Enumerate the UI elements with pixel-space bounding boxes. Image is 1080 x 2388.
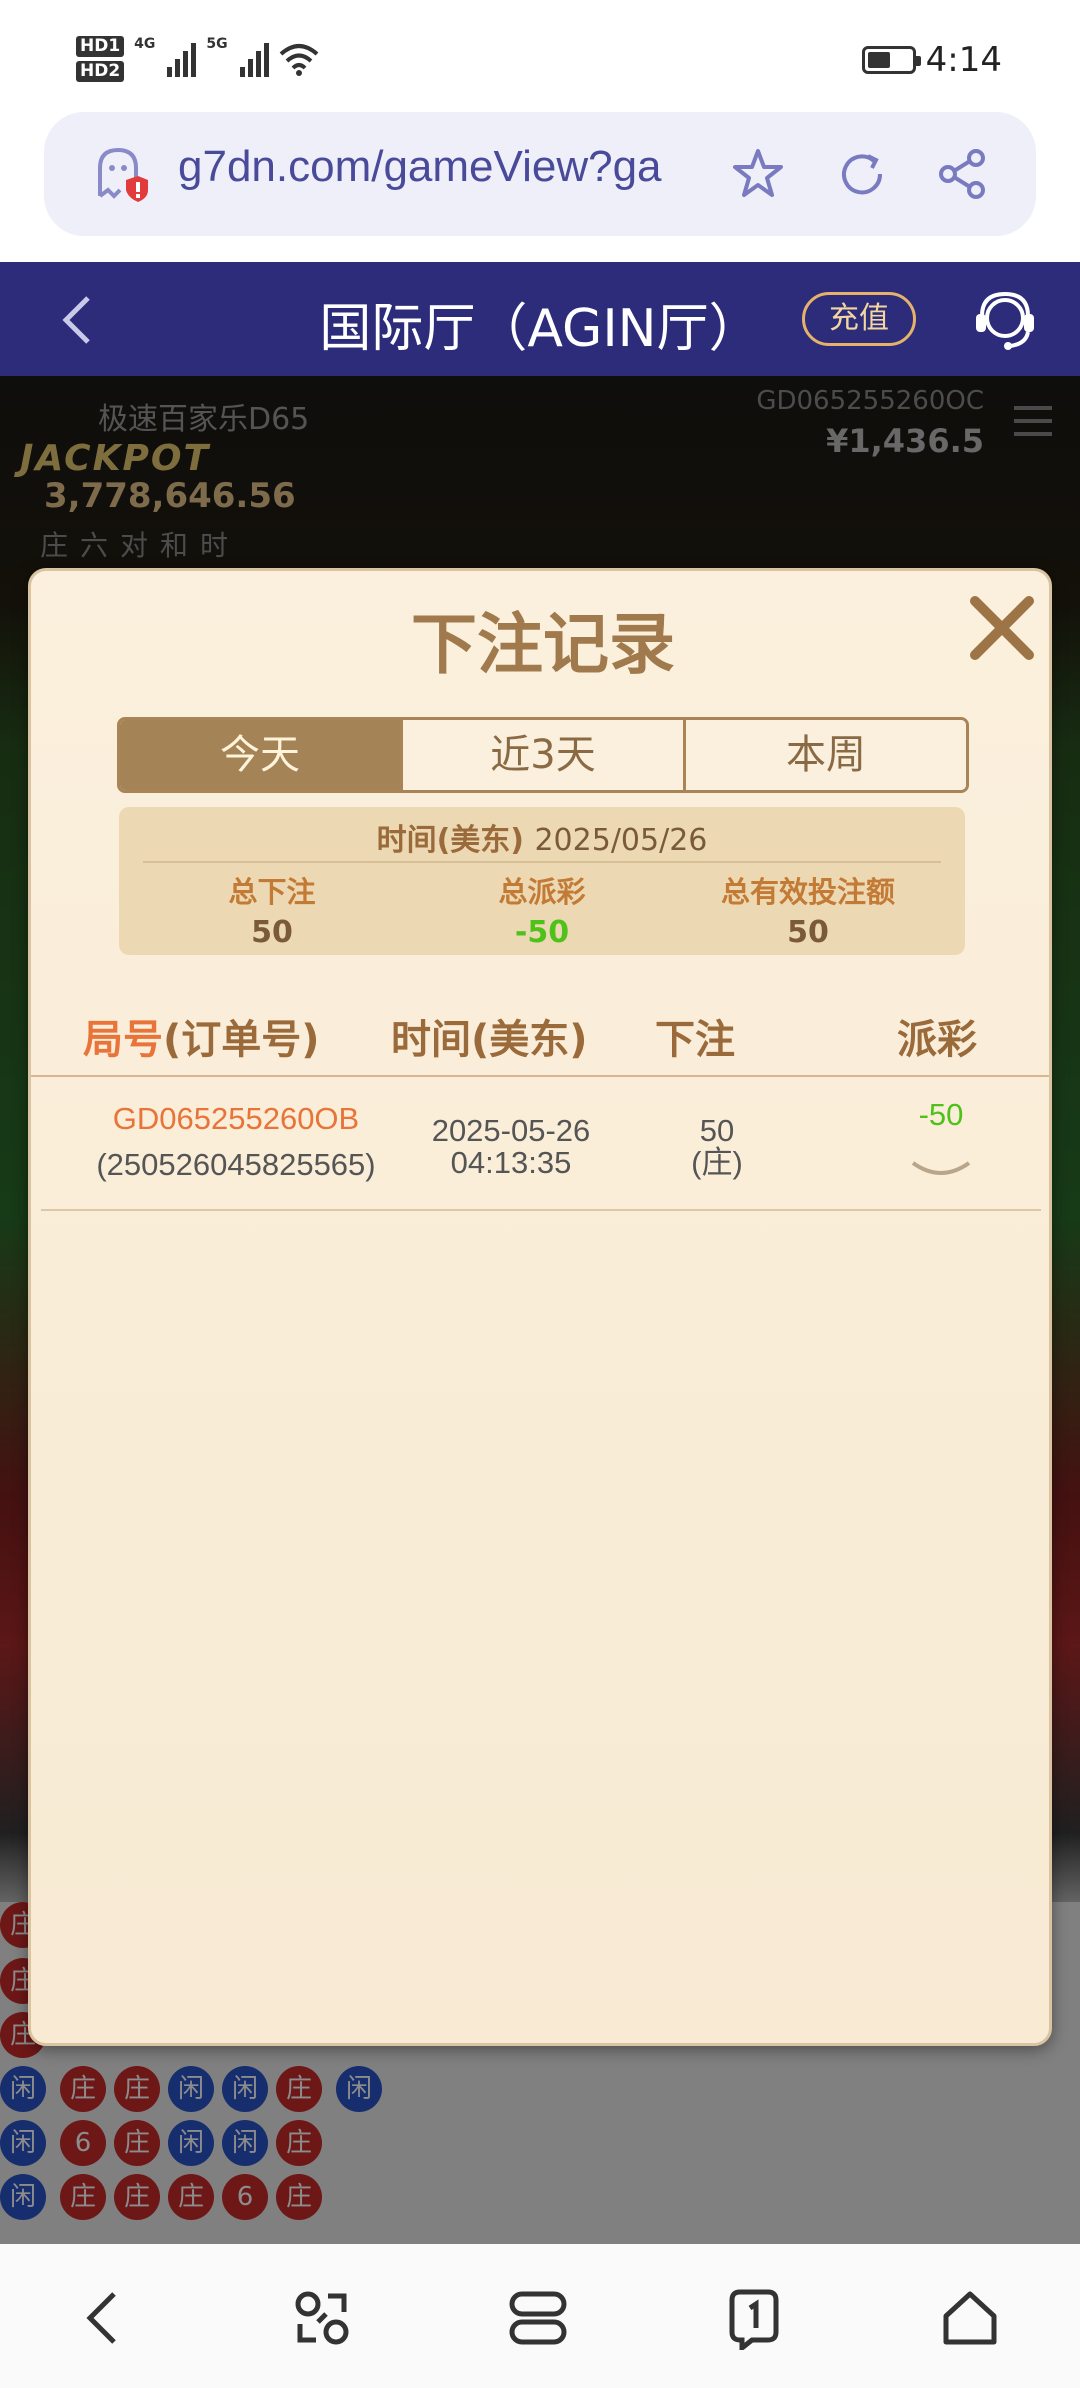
tab-today[interactable]: 今天 xyxy=(120,720,403,790)
summary-valid-bet: 总有效投注额 50 xyxy=(673,869,943,950)
summary-divider xyxy=(143,861,941,863)
status-indicators: HD1 HD2 4G 5G xyxy=(76,36,319,82)
app-header: 国际厅（AGIN厅） 充值 xyxy=(0,262,1080,376)
share-icon[interactable] xyxy=(934,146,990,202)
row-divider xyxy=(41,1209,1041,1211)
wifi-icon xyxy=(279,44,318,76)
column-header-round-main: 局号 xyxy=(83,1017,163,1063)
menu-icon[interactable] xyxy=(506,2286,570,2350)
browser-bottom-nav xyxy=(0,2244,1080,2388)
hd-icons: HD1 HD2 xyxy=(76,36,125,82)
column-header-time: 时间(美东) xyxy=(391,1017,588,1063)
column-header-round: 局号(订单号) xyxy=(83,1007,320,1065)
bookmark-star-icon[interactable] xyxy=(730,146,786,202)
status-right: 4:14 xyxy=(861,40,1002,80)
recharge-button[interactable]: 充值 xyxy=(802,292,916,346)
total-bet-value: 50 xyxy=(251,915,293,950)
bet-date: 2025-05-26 xyxy=(431,1113,591,1148)
column-header-round-order: (订单号) xyxy=(163,1017,320,1063)
date-range-tabs: 今天 近3天 本周 xyxy=(117,717,969,793)
total-payout-value: -50 xyxy=(514,915,570,950)
summary-date-value: 2025/05/26 xyxy=(534,823,708,858)
hd2-icon: HD2 xyxy=(76,61,125,82)
signal-4g-icon xyxy=(167,41,197,77)
column-header-payout: 派彩 xyxy=(897,1017,977,1063)
network-5g-label: 5G xyxy=(206,36,228,52)
apps-grid-icon[interactable] xyxy=(290,2286,354,2350)
summary-date-label: 时间(美东) xyxy=(376,823,525,858)
url-text[interactable]: g7dn.com/gameView?ga xyxy=(178,142,728,192)
battery-icon xyxy=(861,46,921,74)
page-title: 国际厅（AGIN厅） xyxy=(319,299,761,359)
back-arrow-icon[interactable] xyxy=(74,2286,138,2350)
total-payout-label: 总派彩 xyxy=(498,875,586,909)
signal-5g-icon xyxy=(239,41,269,77)
status-bar: HD1 HD2 4G 5G 4:14 xyxy=(0,0,1080,110)
bet-amount: 50 xyxy=(699,1113,735,1148)
tab-last-3-days[interactable]: 近3天 xyxy=(403,720,686,790)
bet-side: (庄) xyxy=(691,1145,743,1180)
modal-title: 下注记录 xyxy=(411,606,675,683)
valid-bet-value: 50 xyxy=(787,915,829,950)
chevron-down-icon[interactable] xyxy=(909,1157,973,1181)
column-header-bet: 下注 xyxy=(655,1017,735,1063)
network-4g-label: 4G xyxy=(134,36,156,52)
summary-date: 时间(美东) 2025/05/26 xyxy=(119,815,965,859)
tab-this-week[interactable]: 本周 xyxy=(686,720,966,790)
close-icon[interactable] xyxy=(965,591,1039,665)
hd1-icon: HD1 xyxy=(76,36,125,57)
summary-total-payout: 总派彩 -50 xyxy=(407,869,677,950)
address-bar[interactable]: g7dn.com/gameView?ga xyxy=(44,112,1036,236)
reload-icon[interactable] xyxy=(834,146,890,202)
tabs-count-icon[interactable] xyxy=(722,2286,786,2350)
bet-history-modal: 下注记录 今天 近3天 本周 时间(美东) 2025/05/26 总下注 50 … xyxy=(28,568,1052,2046)
clock: 4:14 xyxy=(925,40,1002,80)
bet-time: 04:13:35 xyxy=(450,1145,572,1180)
valid-bet-label: 总有效投注额 xyxy=(720,875,895,909)
payout-value: -50 xyxy=(918,1097,964,1132)
site-security-ghost-icon[interactable] xyxy=(90,144,150,204)
total-bet-label: 总下注 xyxy=(228,875,316,909)
home-icon[interactable] xyxy=(938,2286,1002,2350)
summary-total-bet: 总下注 50 xyxy=(137,869,407,950)
bet-summary: 时间(美东) 2025/05/26 总下注 50 总派彩 -50 总有效投注额 … xyxy=(119,807,965,955)
customer-service-icon[interactable] xyxy=(970,286,1040,356)
table-header-divider xyxy=(31,1075,1049,1077)
